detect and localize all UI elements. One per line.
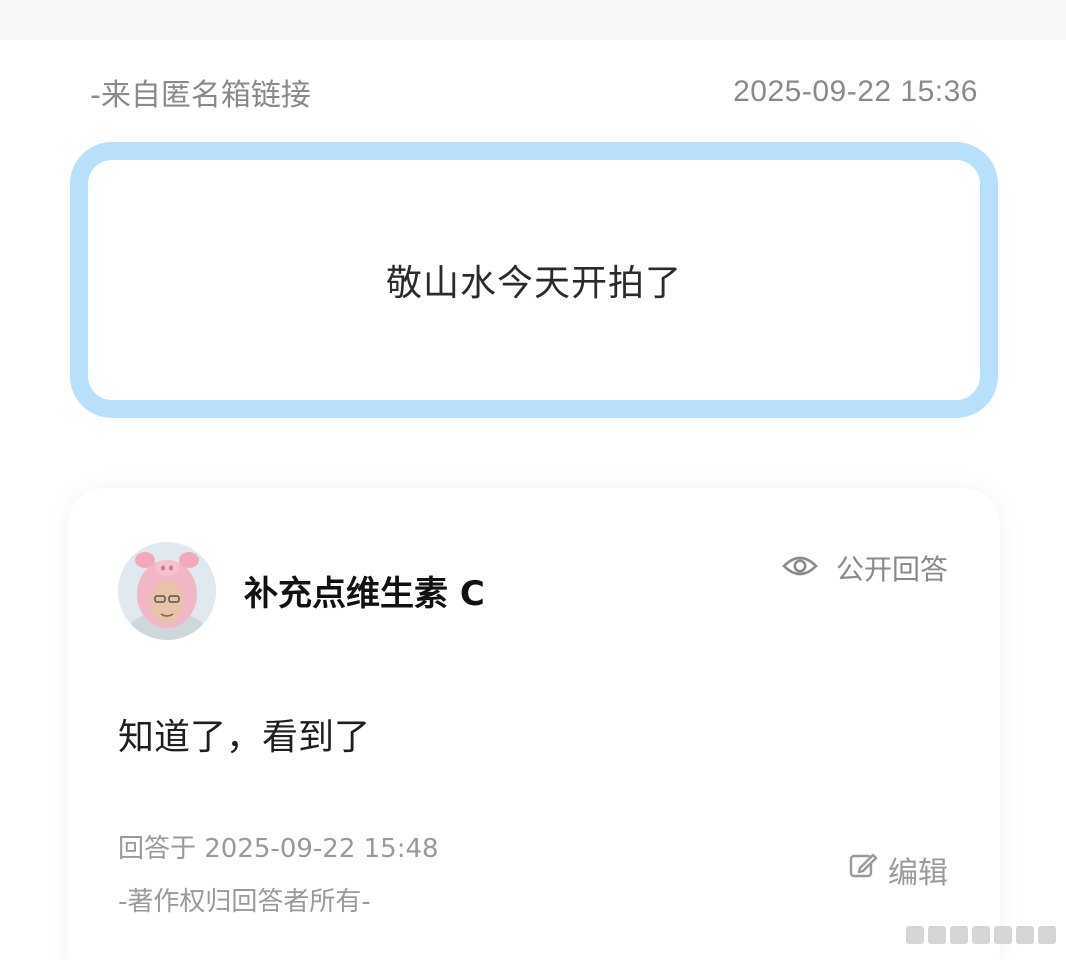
- copyright-note: -著作权归回答者所有-: [118, 887, 371, 917]
- question-meta: -来自匿名箱链接 2025-09-22 15:36: [90, 72, 978, 113]
- visibility-label: 公开回答: [835, 553, 948, 586]
- answer-text: 知道了，看到了: [118, 717, 371, 758]
- watermark-mark: [994, 926, 1012, 944]
- avatar-image: [118, 542, 216, 640]
- answered-timestamp: 回答于 2025-09-22 15:48: [118, 834, 439, 864]
- eye-icon: [782, 552, 818, 585]
- question-source: -来自匿名箱链接: [90, 78, 311, 113]
- watermark-mark: [1016, 926, 1034, 944]
- question-text: 敬山水今天开拍了: [385, 263, 682, 304]
- avatar[interactable]: [118, 542, 216, 640]
- watermark-mark: [972, 926, 990, 944]
- watermark-mark: [906, 926, 924, 944]
- question-timestamp: 2025-09-22 15:36: [733, 75, 978, 108]
- edit-label: 编辑: [888, 856, 948, 891]
- edit-icon: [848, 851, 878, 889]
- answer-card: 补充点维生素 C 公开回答 知道了，看到了 回答于 2025-09-22 15:…: [68, 488, 1000, 960]
- edit-button[interactable]: 编辑: [848, 850, 948, 891]
- question-card: 敬山水今天开拍了: [70, 142, 998, 418]
- visibility-status: 公开回答: [782, 548, 948, 588]
- watermark-mark: [1038, 926, 1056, 944]
- watermark-mark: [928, 926, 946, 944]
- user-name[interactable]: 补充点维生素 C: [244, 566, 485, 615]
- top-strip: [0, 0, 1066, 40]
- watermark-mark: [950, 926, 968, 944]
- page: -来自匿名箱链接 2025-09-22 15:36 敬山水今天开拍了 补充点维生…: [0, 0, 1066, 960]
- watermark: [906, 922, 1056, 948]
